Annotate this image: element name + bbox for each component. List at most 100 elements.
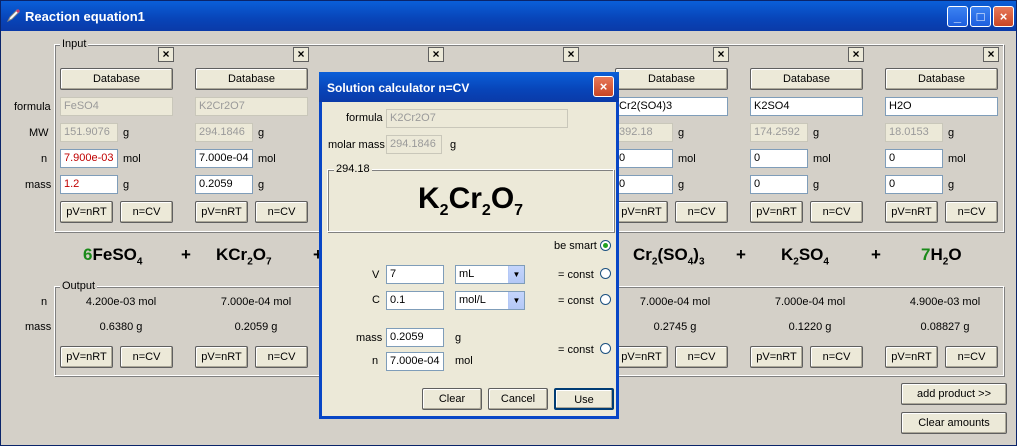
v-unit-value: mL	[459, 268, 475, 280]
output-group-label: Output	[60, 280, 98, 292]
dialog-title: Solution calculator n=CV	[327, 81, 470, 95]
database-button[interactable]: Database	[885, 68, 998, 90]
mass-field[interactable]: 0	[885, 175, 943, 194]
pencil-icon	[6, 8, 21, 23]
maximize-button[interactable]: □	[970, 6, 991, 27]
mass-field[interactable]: 0	[615, 175, 673, 194]
clear-amounts-button[interactable]: Clear amounts	[901, 412, 1007, 434]
mass-label: mass	[356, 332, 383, 344]
dialog-molar-mass-unit: g	[450, 139, 457, 151]
mw-unit: g	[813, 127, 820, 139]
c-field[interactable]: 0.1	[386, 291, 444, 310]
mass-field[interactable]: 1.2	[60, 175, 118, 194]
n-unit: mol	[455, 355, 473, 367]
c-const-radio[interactable]	[600, 294, 611, 305]
row-label-mw: MW	[29, 127, 49, 139]
n-unit: mol	[948, 153, 966, 165]
c-unit-select[interactable]: mol/L ▼	[455, 291, 525, 310]
n-unit: mol	[678, 153, 696, 165]
remove-column-button[interactable]: ×	[848, 47, 864, 62]
n-field[interactable]: 7.000e-04	[386, 352, 444, 371]
close-button[interactable]: ×	[993, 6, 1014, 27]
remove-column-button[interactable]: ×	[293, 47, 309, 62]
n-field[interactable]: 7.900e-03	[60, 149, 118, 168]
database-button[interactable]: Database	[195, 68, 308, 90]
v-unit-select[interactable]: mL ▼	[455, 265, 525, 284]
equation-formula: K2SO4	[781, 245, 829, 267]
mass-unit: g	[123, 179, 130, 191]
n-cv-button[interactable]: n=CV	[675, 201, 728, 223]
minimize-button[interactable]: _	[947, 6, 968, 27]
n-const-radio[interactable]	[600, 343, 611, 354]
v-const-radio[interactable]	[600, 268, 611, 279]
mass-field[interactable]: 0	[750, 175, 808, 194]
n-field[interactable]: 0	[750, 149, 808, 168]
input-group-label: Input	[60, 38, 89, 50]
remove-column-button[interactable]: ×	[428, 47, 444, 62]
pv-nrt-button[interactable]: pV=nRT	[615, 201, 668, 223]
pv-nrt-button[interactable]: pV=nRT	[195, 201, 248, 223]
formula-box-label: 294.18	[334, 163, 372, 175]
big-formula-subscript: 7	[514, 202, 524, 219]
n-cv-button[interactable]: n=CV	[255, 201, 308, 223]
n-const-label: = const	[558, 344, 594, 356]
database-button[interactable]: Database	[60, 68, 173, 90]
remove-column-button[interactable]: ×	[158, 47, 174, 62]
title-bar: Reaction equation1 _ □ ×	[1, 1, 1016, 31]
n-unit: mol	[258, 153, 276, 165]
n-cv-button[interactable]: n=CV	[945, 201, 998, 223]
row-label-n: n	[41, 153, 48, 165]
formula-symbol: K	[781, 245, 794, 264]
mass-field[interactable]: 0.2059	[195, 175, 253, 194]
be-smart-radio[interactable]	[600, 240, 611, 251]
dialog-cancel-button[interactable]: Cancel	[488, 388, 548, 410]
formula-field[interactable]: Cr2(SO4)3	[615, 97, 728, 116]
n-cv-button[interactable]: n=CV	[120, 201, 173, 223]
database-button[interactable]: Database	[615, 68, 728, 90]
formula-symbol: (SO	[657, 245, 688, 264]
formula-field[interactable]: FeSO4	[60, 97, 173, 116]
plus-sign: +	[871, 245, 881, 264]
remove-column-button[interactable]: ×	[713, 47, 729, 62]
n-field[interactable]: 0	[885, 149, 943, 168]
n-field[interactable]: 0	[615, 149, 673, 168]
remove-column-button[interactable]: ×	[983, 47, 999, 62]
big-formula-symbol: O	[490, 182, 515, 215]
equation-formula: 6FeSO4	[83, 245, 142, 267]
formula-symbol: O	[948, 245, 962, 264]
mw-unit: g	[258, 127, 265, 139]
chevron-down-icon: ▼	[508, 292, 524, 309]
pv-nrt-button[interactable]: pV=nRT	[885, 201, 938, 223]
row-label-mass: mass	[25, 179, 52, 191]
formula-field[interactable]: K2SO4	[750, 97, 863, 116]
n-cv-button[interactable]: n=CV	[810, 201, 863, 223]
equation-formula: 7H2O	[921, 245, 962, 267]
formula-field[interactable]: H2O	[885, 97, 998, 116]
main-window: Reaction equation1 _ □ × Input formula M…	[0, 0, 1017, 446]
formula-symbol: Fe	[92, 245, 113, 264]
be-smart-label: be smart	[554, 240, 597, 252]
formula-field[interactable]: K2Cr2O7	[195, 97, 308, 116]
n-field[interactable]: 7.000e-04	[195, 149, 253, 168]
mass-unit: g	[455, 332, 462, 344]
dialog-use-button[interactable]: Use	[554, 388, 614, 410]
database-button[interactable]: Database	[750, 68, 863, 90]
dialog-clear-button[interactable]: Clear	[422, 388, 482, 410]
mass-field[interactable]: 0.2059	[386, 328, 444, 347]
mw-field: 18.0153	[885, 123, 943, 142]
mw-unit: g	[948, 127, 955, 139]
mass-unit: g	[678, 179, 685, 191]
big-formula: K2Cr2O7	[418, 182, 523, 220]
formula-subscript: 4	[823, 256, 829, 268]
formula-symbol: O	[252, 245, 266, 264]
add-product-button[interactable]: add product >>	[901, 383, 1007, 405]
pv-nrt-button[interactable]: pV=nRT	[60, 201, 113, 223]
formula-symbol: Cr	[633, 245, 652, 264]
big-formula-subscript: 2	[439, 202, 449, 219]
v-field[interactable]: 7	[386, 265, 444, 284]
pv-nrt-button[interactable]: pV=nRT	[750, 201, 803, 223]
formula-symbol: K	[216, 245, 229, 264]
formula-symbol: SO	[112, 245, 137, 264]
dialog-close-button[interactable]: ×	[593, 76, 614, 97]
remove-column-button[interactable]: ×	[563, 47, 579, 62]
